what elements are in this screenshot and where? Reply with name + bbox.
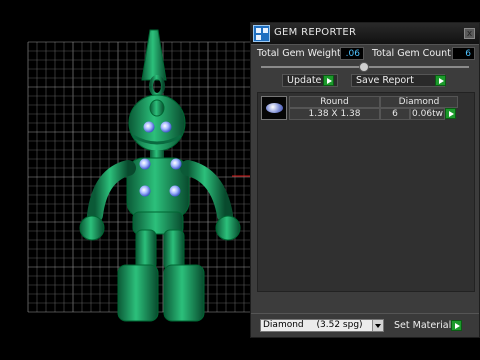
gem-size-cell: 1.38 X 1.38 [289, 108, 380, 120]
gem-body-3 [139, 185, 151, 197]
header-shape: Round [289, 96, 380, 108]
gem-body-2 [170, 158, 182, 170]
material-select[interactable]: Diamond (3.52 spg) [260, 319, 384, 332]
close-icon[interactable]: x [464, 28, 475, 39]
gem-reporter-panel: GEM REPORTER x Total Gem Weight .06 Tota… [250, 22, 480, 338]
panel-title: GEM REPORTER [274, 27, 357, 38]
gem-body-4 [169, 185, 181, 197]
set-material-go-icon[interactable] [451, 320, 462, 331]
save-report-button-label: Save Report [356, 75, 414, 86]
gem-body-1 [139, 158, 151, 170]
set-material-label[interactable]: Set Material [394, 320, 451, 331]
slider-handle[interactable] [359, 62, 369, 72]
header-material: Diamond [380, 96, 458, 108]
gem-list[interactable]: Round Diamond 1.38 X 1.38 6 0.06tw [257, 92, 475, 292]
save-report-button[interactable]: Save Report [351, 74, 445, 87]
material-bar: Diamond (3.52 spg) Set Material [251, 313, 479, 337]
app-icon [253, 25, 270, 42]
material-select-value: Diamond [263, 320, 304, 330]
total-gem-count-value: 6 [452, 47, 475, 60]
gem-eye-left [143, 121, 155, 133]
save-report-go-icon[interactable] [435, 75, 446, 86]
panel-titlebar[interactable]: GEM REPORTER x [251, 23, 479, 45]
total-gem-count-label: Total Gem Count [372, 48, 451, 59]
update-go-icon[interactable] [323, 75, 334, 86]
update-button-label: Update [287, 75, 322, 86]
gem-count-cell: 6 [380, 108, 410, 120]
total-gem-weight-value: .06 [340, 47, 364, 60]
gem-eye-right [160, 121, 172, 133]
gem-weight-cell: 0.06tw [410, 108, 445, 120]
material-select-spg: (3.52 spg) [316, 320, 363, 330]
gem-row-go-icon[interactable] [445, 108, 456, 119]
total-gem-weight-label: Total Gem Weight [257, 48, 341, 59]
chevron-down-icon[interactable] [372, 320, 383, 331]
gem-thumbnail [261, 96, 287, 120]
